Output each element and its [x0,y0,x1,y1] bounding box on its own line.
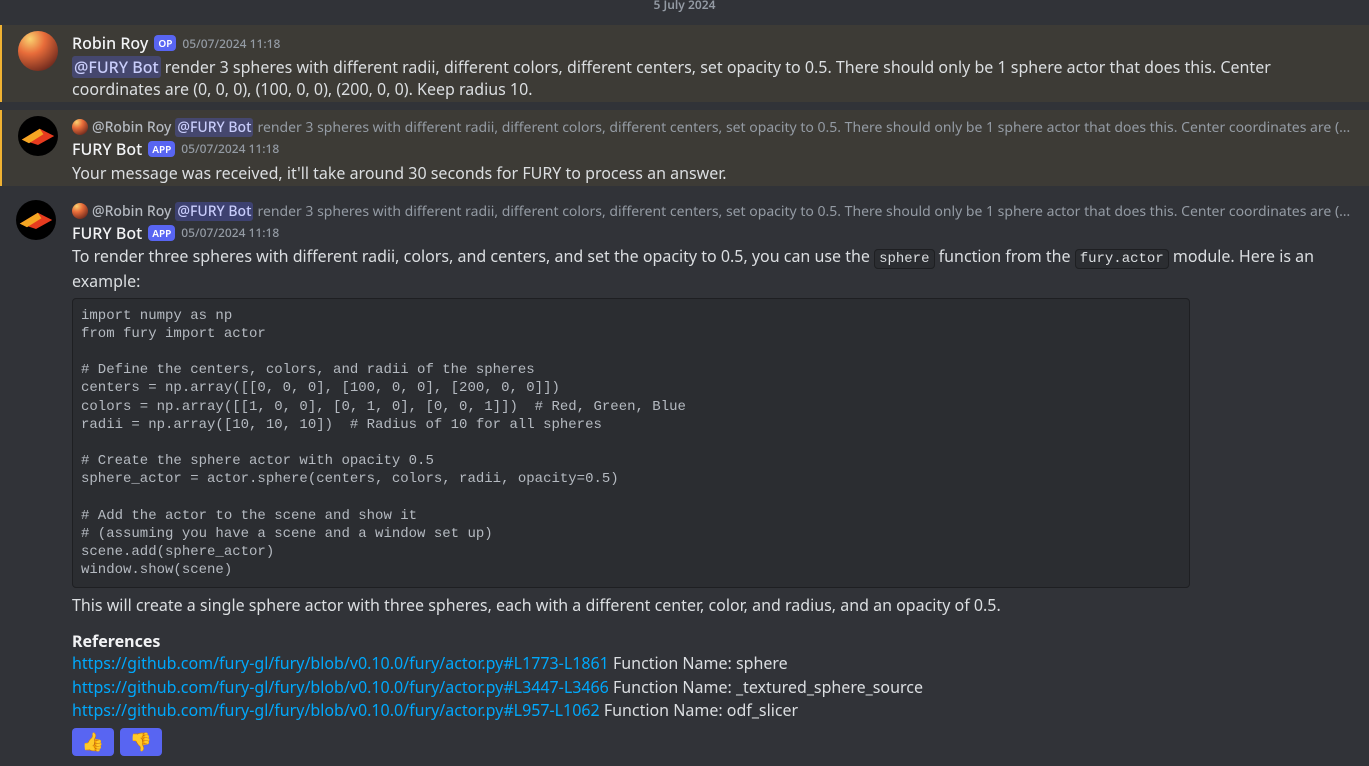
reply-context[interactable]: @Robin Roy @FURY Bot render 3 spheres wi… [72,202,1353,221]
reference-line: https://github.com/fury-gl/fury/blob/v0.… [72,652,1353,675]
message-robin: Robin Roy OP 05/07/2024 11:18 @FURY Bot … [0,25,1369,102]
username[interactable]: FURY Bot [72,139,142,160]
message-content: To render three spheres with different r… [72,245,1353,756]
fury-logo-icon [18,202,54,238]
reply-username: @Robin Roy [92,118,171,137]
date-divider: 5 July 2024 [0,0,1369,13]
inline-code: fury.actor [1075,249,1169,269]
message-content: @FURY Bot render 3 spheres with differen… [72,56,1353,100]
reference-link[interactable]: https://github.com/fury-gl/fury/blob/v0.… [72,699,600,721]
avatar[interactable] [18,116,58,156]
app-badge: APP [148,225,175,241]
avatar[interactable] [18,31,58,71]
timestamp: 05/07/2024 11:18 [182,36,280,52]
timestamp: 05/07/2024 11:18 [181,225,279,241]
app-badge: APP [148,141,175,157]
message-content: Your message was received, it'll take ar… [72,162,1353,184]
chat-log: 5 July 2024 Robin Roy OP 05/07/2024 11:1… [0,0,1369,766]
reply-mention: @FURY Bot [175,202,253,221]
thumbs-up-button[interactable]: 👍 [72,728,114,756]
reply-text: render 3 spheres with different radii, d… [257,118,1353,137]
reference-line: https://github.com/fury-gl/fury/blob/v0.… [72,676,1353,699]
reply-username: @Robin Roy [92,202,171,221]
message-fury-answer: @Robin Roy @FURY Bot render 3 spheres wi… [0,194,1369,766]
reply-avatar [72,119,88,135]
inline-code: sphere [874,249,934,269]
reference-line: https://github.com/fury-gl/fury/blob/v0.… [72,699,1353,722]
text: function from the [935,245,1075,267]
text: This will create a single sphere actor w… [72,594,1353,616]
code-block[interactable]: import numpy as np from fury import acto… [72,298,1190,589]
reply-context[interactable]: @Robin Roy @FURY Bot render 3 spheres wi… [72,118,1353,137]
reactions: 👍 👎 [72,728,1353,756]
reference-fn: Function Name: odf_slicer [600,699,798,721]
fury-logo-icon [20,118,56,154]
avatar[interactable] [16,200,56,240]
mention[interactable]: @FURY Bot [72,56,161,78]
reference-link[interactable]: https://github.com/fury-gl/fury/blob/v0.… [72,676,609,698]
thumbs-down-button[interactable]: 👎 [120,728,162,756]
username[interactable]: Robin Roy [72,33,148,54]
text: To render three spheres with different r… [72,245,874,267]
reply-text: render 3 spheres with different radii, d… [257,202,1353,221]
reference-link[interactable]: https://github.com/fury-gl/fury/blob/v0.… [72,652,609,674]
reply-mention: @FURY Bot [175,118,253,137]
references-heading: References [72,630,1353,652]
reference-fn: Function Name: sphere [609,652,788,674]
message-text: render 3 spheres with different radii, d… [72,56,1271,100]
reply-avatar [72,203,88,219]
username[interactable]: FURY Bot [72,223,142,244]
timestamp: 05/07/2024 11:18 [181,141,279,157]
reference-fn: Function Name: _textured_sphere_source [609,676,923,698]
op-badge: OP [154,35,176,51]
message-fury-ack: @Robin Roy @FURY Bot render 3 spheres wi… [0,110,1369,186]
